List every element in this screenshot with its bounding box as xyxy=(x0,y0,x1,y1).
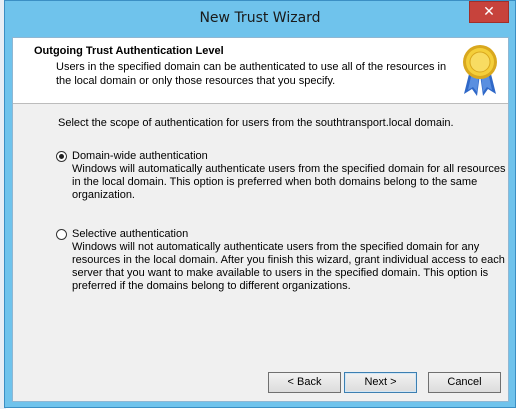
domain-wide-label[interactable]: Domain-wide authentication xyxy=(72,150,208,162)
scope-instruction: Select the scope of authentication for u… xyxy=(58,117,454,129)
selective-radio[interactable] xyxy=(56,229,67,240)
close-button[interactable]: ✕ xyxy=(469,1,509,23)
next-button[interactable]: Next > xyxy=(344,372,417,393)
domain-wide-radio[interactable] xyxy=(56,151,67,162)
cancel-button[interactable]: Cancel xyxy=(428,372,501,393)
selective-description: Windows will not automatically authentic… xyxy=(72,241,505,292)
title-bar[interactable]: New Trust Wizard ✕ xyxy=(5,1,515,37)
wizard-header: Outgoing Trust Authentication Level User… xyxy=(13,38,508,104)
wizard-body: Outgoing Trust Authentication Level User… xyxy=(12,37,509,402)
award-ribbon-icon xyxy=(463,45,497,96)
window-title: New Trust Wizard xyxy=(199,10,321,26)
page-description: Users in the specified domain can be aut… xyxy=(56,61,447,87)
wizard-window: New Trust Wizard ✕ Outgoing Trust Authen… xyxy=(4,0,516,408)
page-title: Outgoing Trust Authentication Level xyxy=(34,45,224,57)
back-button[interactable]: < Back xyxy=(268,372,341,393)
selective-label[interactable]: Selective authentication xyxy=(72,228,188,240)
domain-wide-description: Windows will automatically authenticate … xyxy=(72,163,506,201)
close-icon: ✕ xyxy=(483,4,495,20)
